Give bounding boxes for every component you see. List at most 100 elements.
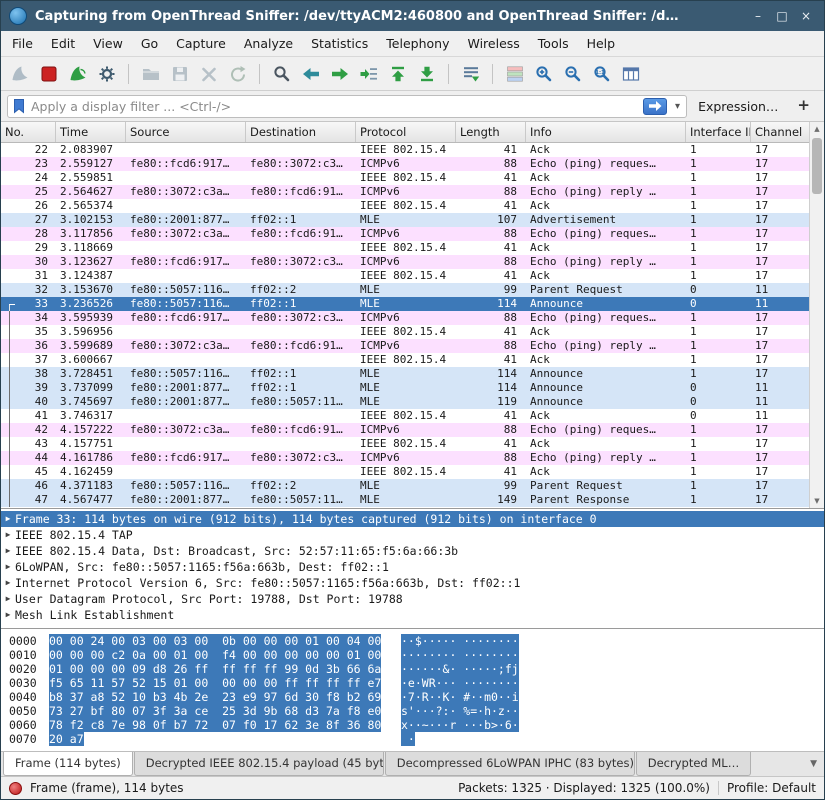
packet-row[interactable]: 474.567477fe80::2001:877…fe80::5057:11…M…	[1, 493, 809, 507]
packet-row[interactable]: 413.746317IEEE 802.15.441Ack011	[1, 409, 809, 423]
profile-text[interactable]: Profile: Default	[727, 781, 816, 795]
hex-row[interactable]: 000000 00 24 00 03 00 03 00 0b 00 00 00 …	[9, 634, 824, 648]
minimize-button[interactable]: –	[748, 7, 768, 25]
packet-row[interactable]: 383.728451fe80::5057:116…ff02::1MLE114An…	[1, 367, 809, 381]
packet-row[interactable]: 283.117856fe80::3072:c3a…fe80::fcd6:91…I…	[1, 227, 809, 241]
menu-go[interactable]: Go	[132, 32, 167, 55]
scroll-down-icon[interactable]: ▼	[810, 494, 824, 508]
packet-row[interactable]: 403.745697fe80::2001:877…fe80::5057:11…M…	[1, 395, 809, 409]
packet-row[interactable]: 252.564627fe80::3072:c3a…fe80::fcd6:91…I…	[1, 185, 809, 199]
packet-row[interactable]: 363.599689fe80::3072:c3a…fe80::fcd6:91…I…	[1, 339, 809, 353]
tab-list-button[interactable]: ▼	[805, 759, 822, 769]
expression-button[interactable]: Expression…	[694, 99, 782, 114]
expand-arrow-icon[interactable]: ▶	[1, 559, 15, 575]
menu-help[interactable]: Help	[578, 32, 625, 55]
hex-row[interactable]: 007020 a7 ·	[9, 732, 824, 746]
resize-columns-icon[interactable]	[617, 60, 644, 87]
expand-arrow-icon[interactable]: ▶	[1, 511, 15, 527]
capture-options-icon[interactable]	[93, 60, 120, 87]
expand-arrow-icon[interactable]: ▶	[1, 543, 15, 559]
filter-apply-button[interactable]	[643, 98, 667, 115]
byte-view-tab-3[interactable]: Decrypted ML…	[636, 752, 751, 776]
find-packet-icon[interactable]	[268, 60, 295, 87]
packet-row[interactable]: 454.162459IEEE 802.15.441Ack117	[1, 465, 809, 479]
menu-view[interactable]: View	[84, 32, 132, 55]
go-forward-icon[interactable]	[326, 60, 353, 87]
menu-analyze[interactable]: Analyze	[235, 32, 302, 55]
expand-arrow-icon[interactable]: ▶	[1, 591, 15, 607]
column-header-interface-id[interactable]: Interface ID	[686, 122, 751, 142]
packet-row[interactable]: 393.737099fe80::2001:877…ff02::1MLE114An…	[1, 381, 809, 395]
detail-line[interactable]: ▶IEEE 802.15.4 Data, Dst: Broadcast, Src…	[1, 543, 824, 559]
scroll-up-icon[interactable]: ▲	[810, 122, 824, 136]
detail-line[interactable]: ▶Frame 33: 114 bytes on wire (912 bits),…	[1, 511, 824, 527]
stop-capture-icon[interactable]	[35, 60, 62, 87]
packet-row[interactable]: 353.596956IEEE 802.15.441Ack117	[1, 325, 809, 339]
packet-row[interactable]: 373.600667IEEE 802.15.441Ack117	[1, 353, 809, 367]
menu-statistics[interactable]: Statistics	[302, 32, 377, 55]
column-header-no[interactable]: No.	[1, 122, 56, 142]
maximize-button[interactable]: □	[772, 7, 792, 25]
auto-scroll-icon[interactable]	[457, 60, 484, 87]
menu-capture[interactable]: Capture	[167, 32, 235, 55]
column-header-source[interactable]: Source	[126, 122, 246, 142]
hex-row[interactable]: 005073 27 bf 80 07 3f 3a ce 25 3d 9b 68 …	[9, 704, 824, 718]
packet-row[interactable]: 464.371183fe80::5057:116…ff02::2MLE99Par…	[1, 479, 809, 493]
filter-input[interactable]: Apply a display filter ... <Ctrl-/> ▾	[7, 95, 687, 118]
zoom-in-icon[interactable]	[530, 60, 557, 87]
filter-bookmark-icon[interactable]	[12, 98, 26, 114]
filter-dropdown-caret-icon[interactable]: ▾	[672, 101, 683, 112]
go-first-icon[interactable]	[384, 60, 411, 87]
expand-arrow-icon[interactable]: ▶	[1, 575, 15, 591]
packet-row[interactable]: 333.236526fe80::5057:116…ff02::1MLE114An…	[1, 297, 809, 311]
detail-line[interactable]: ▶IEEE 802.15.4 TAP	[1, 527, 824, 543]
go-to-packet-icon[interactable]	[355, 60, 382, 87]
packet-row[interactable]: 434.157751IEEE 802.15.441Ack117	[1, 437, 809, 451]
menu-file[interactable]: File	[3, 32, 42, 55]
hex-row[interactable]: 006078 f2 c8 7e 98 0f b7 72 07 f0 17 62 …	[9, 718, 824, 732]
column-header-protocol[interactable]: Protocol	[356, 122, 456, 142]
go-back-icon[interactable]	[297, 60, 324, 87]
packet-row[interactable]: 424.157222fe80::3072:c3a…fe80::fcd6:91…I…	[1, 423, 809, 437]
column-header-length[interactable]: Length	[456, 122, 526, 142]
detail-line[interactable]: ▶Mesh Link Establishment	[1, 607, 824, 623]
packet-row[interactable]: 273.102153fe80::2001:877…ff02::1MLE107Ad…	[1, 213, 809, 227]
menu-telephony[interactable]: Telephony	[377, 32, 458, 55]
packet-row[interactable]: 323.153670fe80::5057:116…ff02::2MLE99Par…	[1, 283, 809, 297]
packet-row[interactable]: 242.559851IEEE 802.15.441Ack117	[1, 171, 809, 185]
expand-arrow-icon[interactable]: ▶	[1, 527, 15, 543]
packet-row[interactable]: 313.124387IEEE 802.15.441Ack117	[1, 269, 809, 283]
packet-row[interactable]: 343.595939fe80::fcd6:917…fe80::3072:c3…I…	[1, 311, 809, 325]
byte-view-tab-2[interactable]: Decompressed 6LoWPAN IPHC (83 bytes)	[385, 752, 635, 776]
restart-capture-icon[interactable]	[64, 60, 91, 87]
colorize-icon[interactable]	[501, 60, 528, 87]
detail-line[interactable]: ▶User Datagram Protocol, Src Port: 19788…	[1, 591, 824, 607]
packet-row[interactable]: 262.565374IEEE 802.15.441Ack117	[1, 199, 809, 213]
packet-row[interactable]: 222.083907IEEE 802.15.441Ack117	[1, 143, 809, 157]
packet-row[interactable]: 444.161786fe80::fcd6:917…fe80::3072:c3…I…	[1, 451, 809, 465]
close-button[interactable]: ×	[796, 7, 816, 25]
detail-line[interactable]: ▶Internet Protocol Version 6, Src: fe80:…	[1, 575, 824, 591]
go-last-icon[interactable]	[413, 60, 440, 87]
byte-view-tab-0[interactable]: Frame (114 bytes)	[3, 752, 133, 776]
expert-info-icon[interactable]	[9, 782, 22, 795]
hex-row[interactable]: 002001 00 00 00 09 d8 26 ff ff ff ff 99 …	[9, 662, 824, 676]
zoom-original-icon[interactable]: 1:1	[588, 60, 615, 87]
hex-row[interactable]: 0040b8 37 a8 52 10 b3 4b 2e 23 e9 97 6d …	[9, 690, 824, 704]
scrollbar-thumb[interactable]	[812, 138, 822, 194]
column-header-destination[interactable]: Destination	[246, 122, 356, 142]
packet-row[interactable]: 293.118669IEEE 802.15.441Ack117	[1, 241, 809, 255]
column-header-info[interactable]: Info	[526, 122, 686, 142]
packet-row[interactable]: 232.559127fe80::fcd6:917…fe80::3072:c3…I…	[1, 157, 809, 171]
menu-tools[interactable]: Tools	[529, 32, 578, 55]
menu-edit[interactable]: Edit	[42, 32, 84, 55]
menu-wireless[interactable]: Wireless	[458, 32, 528, 55]
column-header-time[interactable]: Time	[56, 122, 126, 142]
detail-line[interactable]: ▶6LoWPAN, Src: fe80::5057:1165:f56a:663b…	[1, 559, 824, 575]
hex-row[interactable]: 0030f5 65 11 57 52 15 01 00 00 00 00 ff …	[9, 676, 824, 690]
column-header-channel[interactable]: Channel	[751, 122, 811, 142]
zoom-out-icon[interactable]	[559, 60, 586, 87]
packet-list-scrollbar[interactable]: ▲ ▼	[809, 122, 824, 508]
hex-row[interactable]: 001000 00 00 c2 0a 00 01 00 f4 00 00 00 …	[9, 648, 824, 662]
byte-view-tab-1[interactable]: Decrypted IEEE 802.15.4 payload (45 byte…	[134, 752, 384, 776]
